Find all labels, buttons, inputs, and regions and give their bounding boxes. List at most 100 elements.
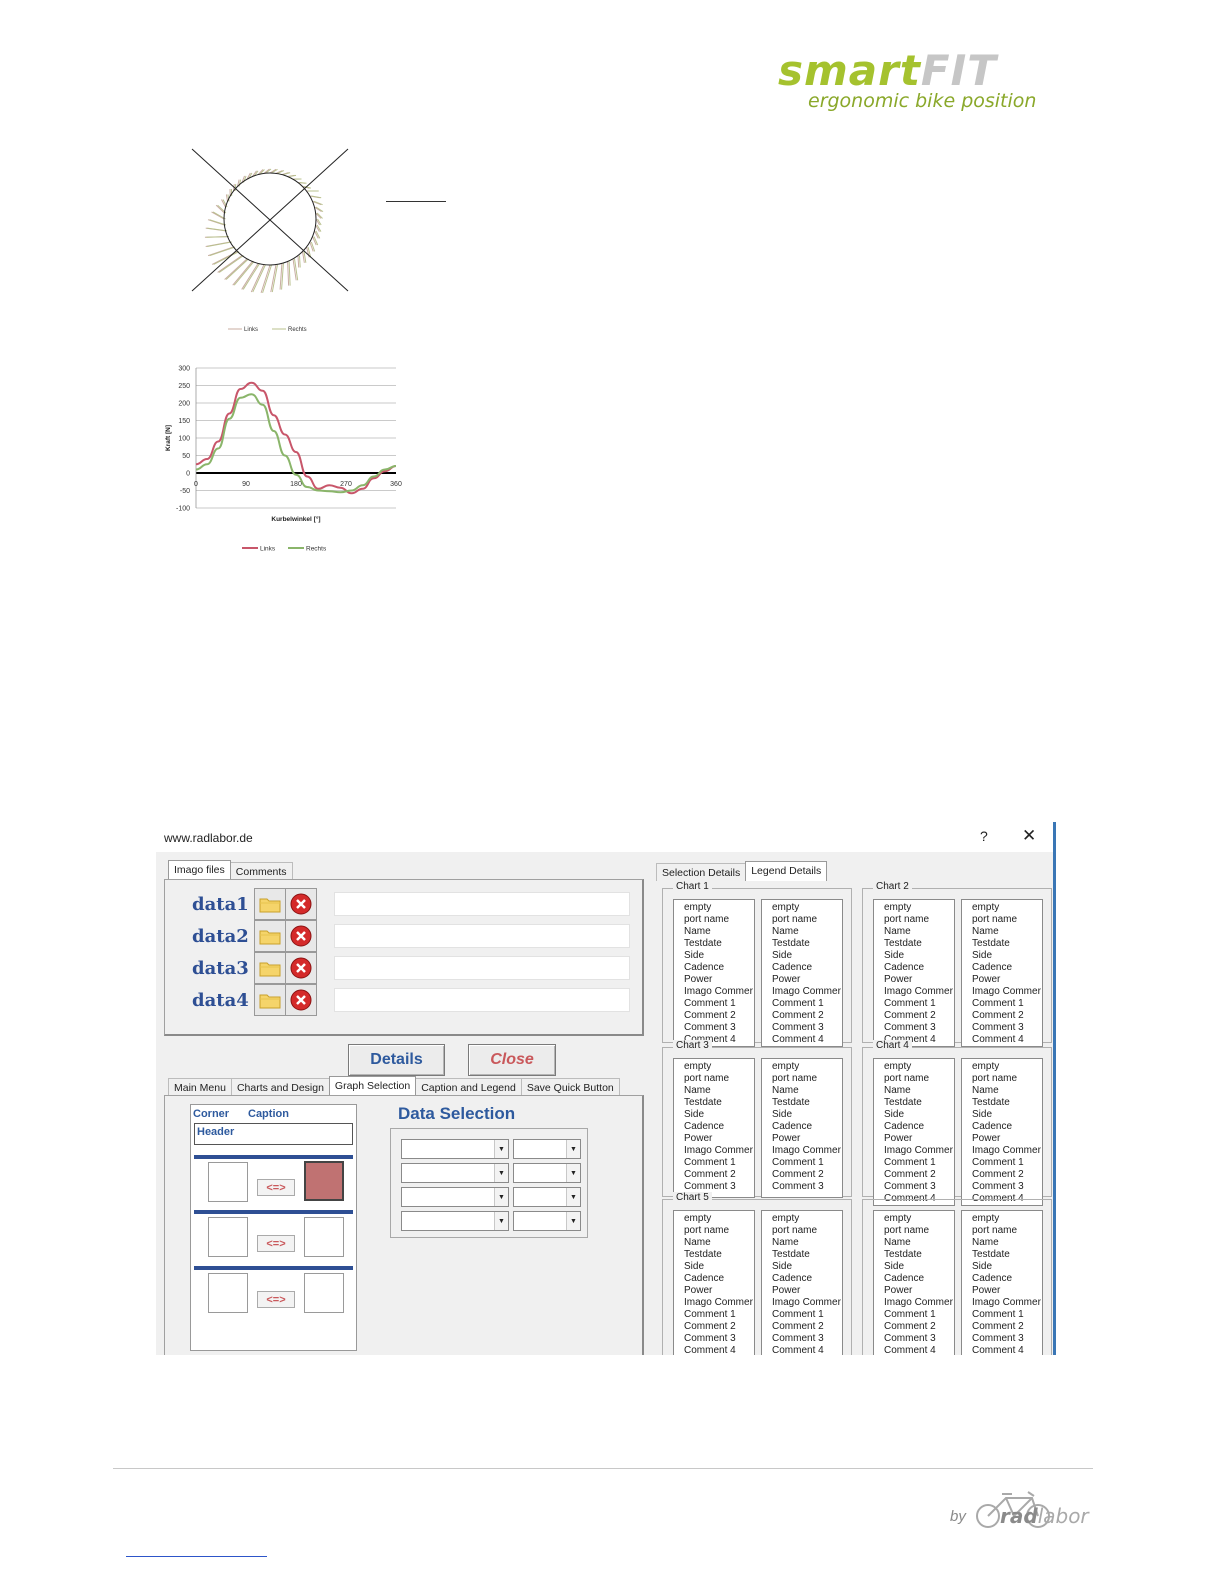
list-item[interactable]: Power (684, 974, 754, 986)
list-item[interactable]: Comment 2 (884, 1321, 954, 1333)
list-item[interactable]: Comment 1 (772, 1157, 842, 1169)
list-item[interactable]: Testdate (972, 1249, 1042, 1261)
list-item[interactable]: Imago Commer (772, 986, 842, 998)
legend-listbox-a[interactable]: empty port name Name Testdate Side Cadence Pow… (673, 1210, 755, 1355)
legend-listbox-a[interactable]: empty port name Name Testdate Side Cadence Pow… (873, 1210, 955, 1355)
list-item[interactable]: Comment 2 (884, 1010, 954, 1022)
list-item[interactable]: Cadence (972, 1121, 1042, 1133)
list-item[interactable]: Comment 2 (972, 1321, 1042, 1333)
list-item[interactable]: port name (884, 1225, 954, 1237)
list-item[interactable]: Comment 1 (972, 998, 1042, 1010)
list-item[interactable]: Testdate (684, 1249, 754, 1261)
list-item[interactable]: empty (684, 1061, 754, 1073)
tab-legend-details[interactable]: Legend Details (745, 861, 828, 881)
list-item[interactable]: Side (972, 950, 1042, 962)
list-item[interactable]: Comment 1 (772, 998, 842, 1010)
list-item[interactable]: Side (684, 1261, 754, 1273)
file-path-field-1[interactable] (334, 892, 630, 916)
list-item[interactable]: Testdate (684, 938, 754, 950)
right-slot-1[interactable] (304, 1161, 344, 1201)
list-item[interactable]: Comment 1 (684, 1157, 754, 1169)
list-item[interactable]: empty (684, 902, 754, 914)
list-item[interactable]: Side (772, 950, 842, 962)
list-item[interactable]: Side (884, 1261, 954, 1273)
list-item[interactable]: Power (972, 1133, 1042, 1145)
tab-selection-details[interactable]: Selection Details (656, 863, 747, 881)
list-item[interactable]: Name (972, 1085, 1042, 1097)
list-item[interactable]: empty (884, 1061, 954, 1073)
data-select-2-field[interactable]: ▼ (513, 1163, 581, 1183)
list-item[interactable]: port name (972, 914, 1042, 926)
list-item[interactable]: Comment 4 (972, 1345, 1042, 1355)
left-slot-2[interactable] (208, 1217, 248, 1257)
list-item[interactable]: Testdate (884, 1097, 954, 1109)
list-item[interactable]: Imago Commer (684, 1145, 754, 1157)
list-item[interactable]: Comment 4 (772, 1345, 842, 1355)
list-item[interactable]: Testdate (772, 1249, 842, 1261)
list-item[interactable]: Name (884, 1085, 954, 1097)
list-item[interactable]: Comment 3 (972, 1333, 1042, 1345)
list-item[interactable]: Name (684, 1237, 754, 1249)
legend-listbox-b[interactable]: empty port name Name Testdate Side Cadence Pow… (761, 899, 843, 1047)
list-item[interactable]: Comment 3 (772, 1022, 842, 1034)
list-item[interactable]: Cadence (884, 1273, 954, 1285)
list-item[interactable]: Imago Commer (772, 1145, 842, 1157)
chevron-down-icon[interactable]: ▼ (494, 1164, 508, 1182)
legend-listbox-b[interactable]: empty port name Name Testdate Side Cadence Pow… (961, 1058, 1043, 1206)
list-item[interactable]: Imago Commer (884, 1297, 954, 1309)
delete-icon[interactable] (285, 952, 317, 984)
swap-button-2[interactable]: <=> (257, 1235, 295, 1252)
list-item[interactable]: Side (884, 950, 954, 962)
legend-listbox-a[interactable]: empty port name Name Testdate Side Cadence Pow… (873, 1058, 955, 1206)
list-item[interactable]: Side (772, 1261, 842, 1273)
list-item[interactable]: Cadence (772, 962, 842, 974)
list-item[interactable]: Testdate (772, 938, 842, 950)
list-item[interactable]: Testdate (972, 1097, 1042, 1109)
list-item[interactable]: Power (972, 974, 1042, 986)
list-item[interactable]: Imago Commer (684, 986, 754, 998)
data-select-1-source[interactable]: ▼ (401, 1139, 509, 1159)
list-item[interactable]: Side (884, 1109, 954, 1121)
list-item[interactable]: Cadence (684, 962, 754, 974)
list-item[interactable]: port name (684, 1225, 754, 1237)
list-item[interactable]: Comment 1 (884, 1309, 954, 1321)
list-item[interactable]: port name (884, 1073, 954, 1085)
list-item[interactable]: Imago Commer (772, 1297, 842, 1309)
list-item[interactable]: Testdate (684, 1097, 754, 1109)
help-button[interactable]: ? (980, 828, 988, 844)
list-item[interactable]: port name (972, 1225, 1042, 1237)
list-item[interactable]: Side (972, 1109, 1042, 1121)
list-item[interactable]: Comment 2 (972, 1169, 1042, 1181)
list-item[interactable]: Cadence (772, 1121, 842, 1133)
list-item[interactable]: port name (972, 1073, 1042, 1085)
delete-icon[interactable] (285, 984, 317, 1016)
list-item[interactable]: Comment 1 (684, 998, 754, 1010)
list-item[interactable]: Comment 4 (772, 1034, 842, 1046)
legend-listbox-a[interactable]: empty port name Name Testdate Side Cadence Pow… (673, 899, 755, 1047)
list-item[interactable]: Power (972, 1285, 1042, 1297)
swap-button-3[interactable]: <=> (257, 1291, 295, 1308)
list-item[interactable]: Name (972, 1237, 1042, 1249)
tab-charts-and-design[interactable]: Charts and Design (230, 1078, 330, 1096)
legend-listbox-b[interactable]: empty port name Name Testdate Side Cadence Pow… (961, 1210, 1043, 1355)
list-item[interactable]: Name (772, 1085, 842, 1097)
open-folder-icon[interactable] (254, 952, 286, 984)
legend-listbox-a[interactable]: empty port name Name Testdate Side Cadence Pow… (673, 1058, 755, 1198)
list-item[interactable]: Imago Commer (972, 1297, 1042, 1309)
list-item[interactable]: Comment 4 (884, 1345, 954, 1355)
data-select-2-source[interactable]: ▼ (401, 1163, 509, 1183)
list-item[interactable]: Comment 2 (772, 1321, 842, 1333)
list-item[interactable]: Side (772, 1109, 842, 1121)
list-item[interactable]: Name (684, 926, 754, 938)
list-item[interactable]: Cadence (684, 1273, 754, 1285)
list-item[interactable]: Testdate (972, 938, 1042, 950)
list-item[interactable]: empty (884, 902, 954, 914)
list-item[interactable]: Power (884, 1285, 954, 1297)
list-item[interactable]: Name (772, 926, 842, 938)
list-item[interactable]: Comment 3 (884, 1181, 954, 1193)
tab-graph-selection[interactable]: Graph Selection (328, 1076, 417, 1096)
header-field[interactable]: Header (194, 1123, 353, 1145)
data-select-4-field[interactable]: ▼ (513, 1211, 581, 1231)
list-item[interactable]: Cadence (884, 1121, 954, 1133)
delete-icon[interactable] (285, 888, 317, 920)
